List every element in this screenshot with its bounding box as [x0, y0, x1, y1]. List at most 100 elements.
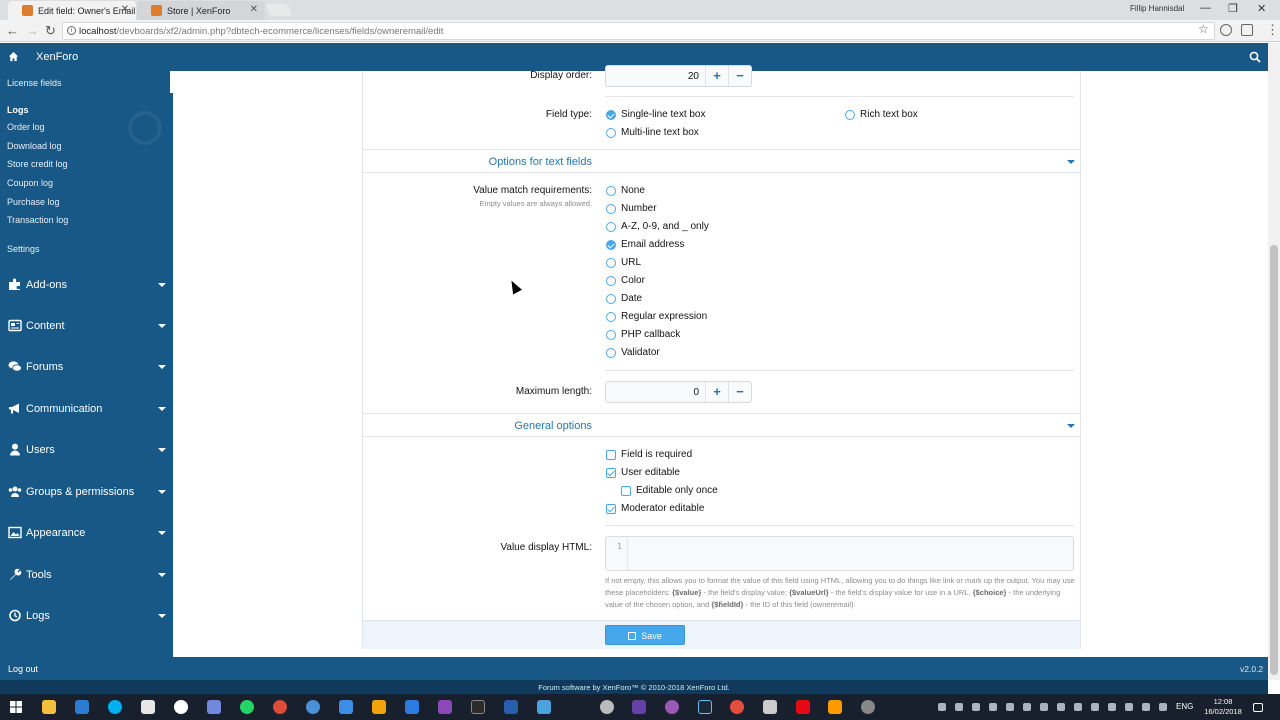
collapse-icon[interactable] — [1067, 160, 1075, 164]
tray-icon[interactable] — [1125, 703, 1133, 711]
option-label[interactable]: Color — [621, 275, 645, 286]
sidebar-section-logs[interactable]: Logs — [0, 603, 173, 629]
checkbox-user-editable[interactable] — [606, 468, 616, 478]
netflix-icon[interactable] — [796, 700, 810, 714]
logout-link[interactable]: Log out — [8, 664, 38, 674]
sidebar-item-store-credit-log[interactable]: Store credit log — [7, 159, 68, 169]
bookmark-star-icon[interactable]: ☆ — [1198, 22, 1209, 36]
radio-validator[interactable] — [606, 348, 616, 358]
tray-icon[interactable] — [1057, 703, 1065, 711]
tray-icon[interactable] — [1006, 703, 1014, 711]
scrollbar-thumb[interactable] — [1270, 245, 1278, 675]
radio-php-callback[interactable] — [606, 330, 616, 340]
taskbar-clock[interactable]: 12:08 16/02/2018 — [1198, 697, 1248, 717]
network-icon[interactable] — [537, 700, 551, 714]
address-bar[interactable]: i localhost/devboards/xf2/admin.php?dbte… — [62, 22, 1215, 40]
twitch-icon[interactable] — [632, 700, 646, 714]
collapse-icon[interactable] — [1067, 424, 1075, 428]
checkbox-editable-once[interactable] — [621, 486, 631, 496]
app-icon[interactable] — [763, 700, 777, 714]
sidebar-section-content[interactable]: Content — [0, 313, 173, 339]
option-label[interactable]: Moderator editable — [621, 503, 704, 514]
chrome-icon[interactable] — [273, 700, 287, 714]
tray-icon[interactable] — [955, 703, 963, 711]
sidebar-item-settings[interactable]: Settings — [7, 244, 40, 254]
discord-icon[interactable] — [207, 700, 221, 714]
app-icon[interactable] — [174, 700, 188, 714]
vscode-icon[interactable] — [405, 700, 419, 714]
section-header-general-options[interactable]: General options — [363, 413, 1080, 437]
tray-icon[interactable] — [1074, 703, 1082, 711]
store-icon[interactable] — [75, 700, 89, 714]
search-icon[interactable] — [1249, 51, 1261, 63]
radio-number[interactable] — [606, 204, 616, 214]
sidebar-section-appearance[interactable]: Appearance — [0, 520, 173, 546]
powershell-icon[interactable] — [504, 700, 518, 714]
home-icon[interactable] — [8, 51, 19, 62]
sidebar-item-download-log[interactable]: Download log — [7, 141, 62, 151]
browser-tab[interactable]: Store | XenForo ✕ — [137, 1, 265, 20]
sidebar-item-purchase-log[interactable]: Purchase log — [7, 197, 60, 207]
browser-menu-icon[interactable]: ⋮ — [1266, 22, 1279, 38]
minimize-icon[interactable]: — — [1200, 2, 1211, 14]
file-explorer-icon[interactable] — [42, 700, 56, 714]
phpstorm-icon[interactable] — [438, 700, 452, 714]
radio-url[interactable] — [606, 258, 616, 268]
option-label[interactable]: None — [621, 185, 645, 196]
shield-extension-icon[interactable] — [1241, 24, 1253, 36]
app-icon[interactable] — [730, 700, 744, 714]
copyright-text[interactable]: Forum software by XenForo™ © 2010-2018 X… — [538, 683, 729, 692]
browser-icon[interactable] — [306, 700, 320, 714]
whatsapp-icon[interactable] — [240, 700, 254, 714]
sidebar-item-coupon-log[interactable]: Coupon log — [7, 178, 53, 188]
sidebar-section-tools[interactable]: Tools — [0, 562, 173, 588]
display-order-value[interactable]: 20 — [688, 71, 699, 82]
option-label[interactable]: Editable only once — [636, 485, 718, 496]
option-label[interactable]: Date — [621, 293, 642, 304]
tray-icon[interactable] — [972, 703, 980, 711]
radio-alphanumeric[interactable] — [606, 222, 616, 232]
tray-icon[interactable] — [938, 703, 946, 711]
forward-icon[interactable]: → — [26, 23, 39, 38]
steam-icon[interactable] — [698, 700, 712, 714]
option-label[interactable]: PHP callback — [621, 329, 680, 340]
max-length-value[interactable]: 0 — [693, 387, 699, 398]
option-label[interactable]: User editable — [621, 467, 680, 478]
radio-date[interactable] — [606, 294, 616, 304]
tray-icon[interactable] — [1159, 703, 1167, 711]
volume-icon[interactable] — [1142, 703, 1150, 711]
sidebar-section-users[interactable]: Users — [0, 437, 173, 463]
site-info-icon[interactable]: i — [67, 26, 76, 35]
close-tab-icon[interactable]: ✕ — [250, 4, 258, 15]
back-icon[interactable]: ← — [6, 23, 19, 38]
increment-button[interactable]: + — [705, 66, 728, 86]
option-label[interactable]: Single-line text box — [621, 109, 706, 120]
skype-icon[interactable] — [108, 700, 122, 714]
tray-icon[interactable] — [1023, 703, 1031, 711]
option-label[interactable]: Email address — [621, 239, 684, 250]
app-icon[interactable] — [600, 700, 614, 714]
option-label[interactable]: Validator — [621, 347, 660, 358]
radio-single-line[interactable] — [606, 110, 616, 120]
sidebar-item-transaction-log[interactable]: Transaction log — [7, 215, 68, 225]
decrement-button[interactable]: − — [728, 66, 751, 86]
option-label[interactable]: Rich text box — [860, 109, 918, 120]
browser-tab-active[interactable]: Edit field: Owner's Email ✕ — [8, 1, 136, 20]
wifi-icon[interactable] — [1108, 703, 1116, 711]
close-tab-icon[interactable]: ✕ — [121, 4, 129, 15]
language-indicator[interactable]: ENG — [1176, 702, 1193, 711]
app-icon[interactable] — [665, 700, 679, 714]
radio-email[interactable] — [606, 240, 616, 250]
radio-multi-line[interactable] — [606, 128, 616, 138]
windows-start-icon[interactable] — [10, 701, 22, 713]
radio-rich-text[interactable] — [845, 110, 855, 120]
sidebar-section-groups-permissions[interactable]: Groups & permissions — [0, 479, 173, 505]
app-icon[interactable] — [861, 700, 875, 714]
sidebar-section-forums[interactable]: Forums — [0, 354, 173, 380]
sidebar-section-add-ons[interactable]: Add-ons — [0, 272, 173, 298]
radio-none[interactable] — [606, 186, 616, 196]
save-button[interactable]: Save — [605, 625, 685, 645]
tray-icon[interactable] — [1091, 703, 1099, 711]
radio-regex[interactable] — [606, 312, 616, 322]
option-label[interactable]: Number — [621, 203, 657, 214]
